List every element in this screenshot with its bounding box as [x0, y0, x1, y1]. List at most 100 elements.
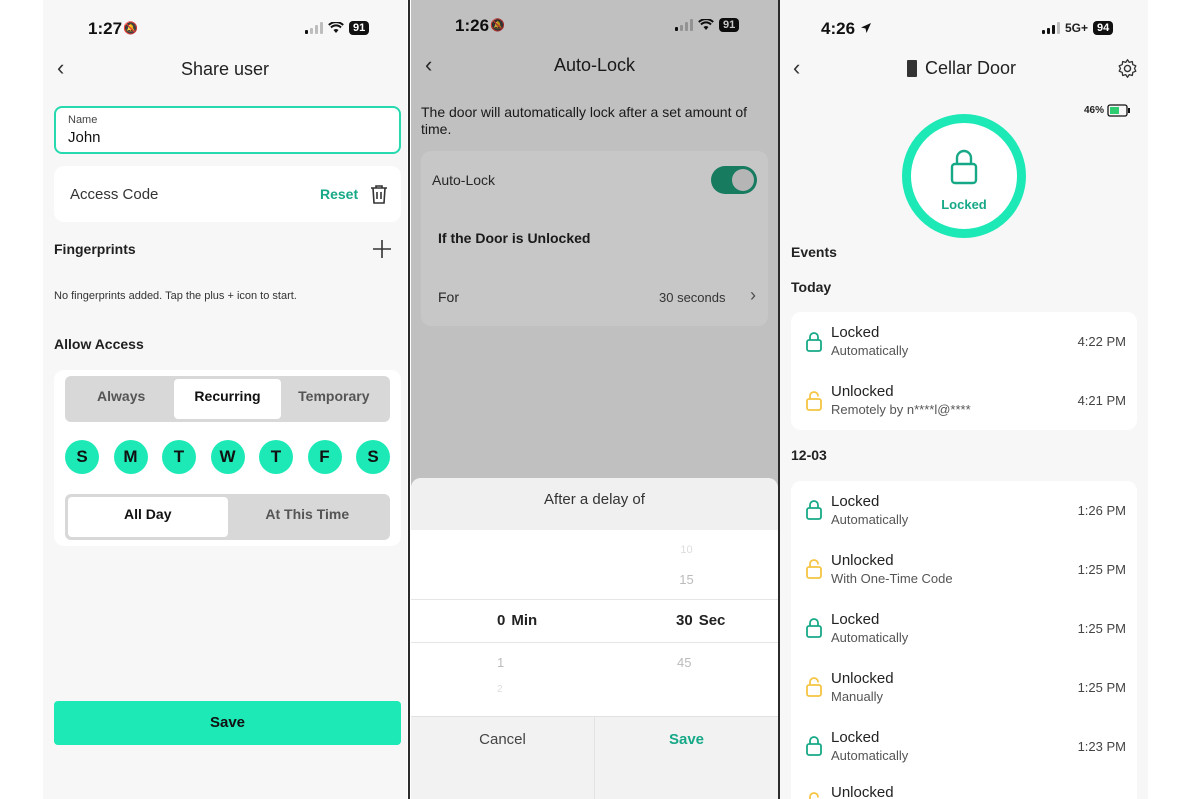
event-time: 1:25 PM — [1077, 562, 1126, 577]
name-field-value: John — [68, 129, 101, 146]
lock-closed-icon — [806, 500, 822, 520]
day-tuesday[interactable]: T — [162, 440, 196, 474]
name-field-label: Name — [68, 114, 98, 126]
cancel-button[interactable]: Cancel — [411, 731, 594, 748]
event-title: Unlocked — [831, 670, 894, 687]
event-title: Unlocked — [831, 552, 894, 569]
event-detail: Manually — [831, 689, 884, 704]
allow-access-card: Always Recurring Temporary S M T W T F S… — [54, 370, 401, 546]
page-title: Share user — [180, 59, 270, 79]
gear-icon[interactable] — [1117, 58, 1138, 79]
fingerprints-heading: Fingerprints — [54, 241, 136, 257]
mode-recurring[interactable]: Recurring — [174, 379, 281, 419]
event-time: 4:21 PM — [1077, 393, 1126, 408]
lock-open-icon — [806, 559, 822, 579]
screenshot-collage: 1:27 🔕 91 ‹ Share user Name John Access … — [0, 0, 1199, 799]
minutes-option-below[interactable]: 1 — [497, 655, 504, 670]
save-button[interactable]: Save — [54, 701, 401, 745]
cellar-door-screen: 4:26 5G+ 94 ‹ Cellar Door 46% Locked Eve… — [780, 0, 1148, 799]
event-row[interactable]: Unlocked — [791, 776, 1137, 799]
status-indicators: 5G+ 94 — [1042, 21, 1114, 35]
seconds-option-below[interactable]: 45 — [677, 655, 691, 670]
fingerprints-empty-text: No fingerprints added. Tap the plus + ic… — [54, 290, 297, 302]
lock-open-icon — [806, 677, 822, 697]
name-field[interactable]: Name John — [54, 106, 401, 154]
panel-divider — [408, 0, 410, 799]
day-sunday[interactable]: S — [65, 440, 99, 474]
access-mode-segmented: Always Recurring Temporary — [65, 376, 390, 422]
wifi-icon — [328, 22, 344, 33]
minutes-option-below2[interactable]: 2 — [497, 684, 503, 695]
lock-closed-icon — [950, 149, 978, 185]
event-row[interactable]: Locked Automatically 1:25 PM — [791, 599, 1137, 658]
add-fingerprint-icon[interactable] — [372, 239, 392, 259]
back-button[interactable]: ‹ — [793, 55, 800, 81]
lock-status-ring[interactable]: Locked — [902, 114, 1026, 238]
event-detail: Automatically — [831, 343, 909, 358]
event-row[interactable]: Locked Automatically 1:26 PM — [791, 481, 1137, 540]
status-time: 1:27 — [88, 19, 123, 38]
event-title: Unlocked — [831, 383, 894, 400]
group-label-date: 12-03 — [791, 447, 827, 463]
event-detail: With One-Time Code — [831, 571, 953, 586]
events-today-card: Locked Automatically 4:22 PM Unlocked Remo… — [791, 312, 1137, 430]
mute-icon: 🔕 — [123, 21, 138, 35]
event-detail: Automatically — [831, 748, 909, 763]
lock-state-label: Locked — [941, 197, 987, 212]
access-code-row: Access Code Reset — [54, 166, 401, 222]
event-title: Unlocked — [831, 784, 894, 799]
event-row[interactable]: Unlocked With One-Time Code 1:25 PM — [791, 540, 1137, 599]
minutes-value: 0 — [497, 612, 506, 629]
day-monday[interactable]: M — [113, 440, 148, 474]
reset-button[interactable]: Reset — [320, 186, 358, 202]
door-icon — [907, 60, 917, 77]
day-wednesday[interactable]: W — [210, 440, 245, 474]
event-row[interactable]: Locked Automatically 1:23 PM — [791, 717, 1137, 776]
seconds-selected[interactable]: 30 Sec — [676, 612, 725, 629]
event-detail: Remotely by n****l@**** — [831, 402, 971, 417]
lock-battery-icon — [1107, 104, 1130, 117]
status-indicators: 91 — [305, 21, 370, 35]
battery-badge: 91 — [349, 21, 370, 35]
event-time: 1:25 PM — [1077, 680, 1126, 695]
event-detail: Automatically — [831, 630, 909, 645]
signal-icon — [305, 22, 323, 34]
lock-closed-icon — [806, 618, 822, 638]
day-thursday[interactable]: T — [259, 440, 293, 474]
event-time: 4:22 PM — [1077, 334, 1126, 349]
seconds-option-above[interactable]: 15 — [673, 572, 700, 587]
event-row[interactable]: Unlocked Remotely by n****l@**** 4:21 PM — [791, 371, 1137, 430]
share-user-screen: 1:27 🔕 91 ‹ Share user Name John Access … — [43, 0, 407, 799]
time-segmented: All Day At This Time — [65, 494, 390, 540]
access-code-label: Access Code — [70, 186, 159, 203]
time-at-this-time[interactable]: At This Time — [228, 497, 388, 537]
event-title: Locked — [831, 611, 880, 628]
event-title: Locked — [831, 493, 880, 510]
battery-badge: 94 — [1093, 21, 1114, 35]
lock-open-icon — [806, 391, 822, 411]
lock-battery-percent: 46% — [1084, 105, 1105, 116]
time-all-day[interactable]: All Day — [68, 497, 228, 537]
network-label: 5G+ — [1065, 21, 1089, 35]
mode-always[interactable]: Always — [68, 379, 174, 419]
lock-open-icon — [809, 792, 819, 799]
day-friday[interactable]: F — [307, 440, 342, 474]
event-title: Locked — [831, 324, 880, 341]
seconds-option-above2[interactable]: 10 — [673, 544, 700, 556]
seconds-value: 30 — [676, 612, 693, 629]
event-time: 1:26 PM — [1077, 503, 1126, 518]
signal-icon — [1042, 22, 1060, 34]
events-heading: Events — [791, 244, 837, 260]
mode-temporary[interactable]: Temporary — [281, 379, 387, 419]
lock-closed-icon — [806, 332, 822, 352]
trash-icon[interactable] — [370, 184, 388, 204]
minutes-unit: Min — [511, 612, 538, 629]
actions-divider — [594, 716, 595, 799]
sheet-save-button[interactable]: Save — [595, 731, 778, 748]
sheet-title: After a delay of — [544, 491, 645, 508]
event-row[interactable]: Unlocked Manually 1:25 PM — [791, 658, 1137, 717]
minutes-selected[interactable]: 0 Min — [497, 612, 537, 629]
event-row[interactable]: Locked Automatically 4:22 PM — [791, 312, 1137, 371]
event-time: 1:23 PM — [1077, 739, 1126, 754]
day-saturday[interactable]: S — [356, 440, 390, 474]
